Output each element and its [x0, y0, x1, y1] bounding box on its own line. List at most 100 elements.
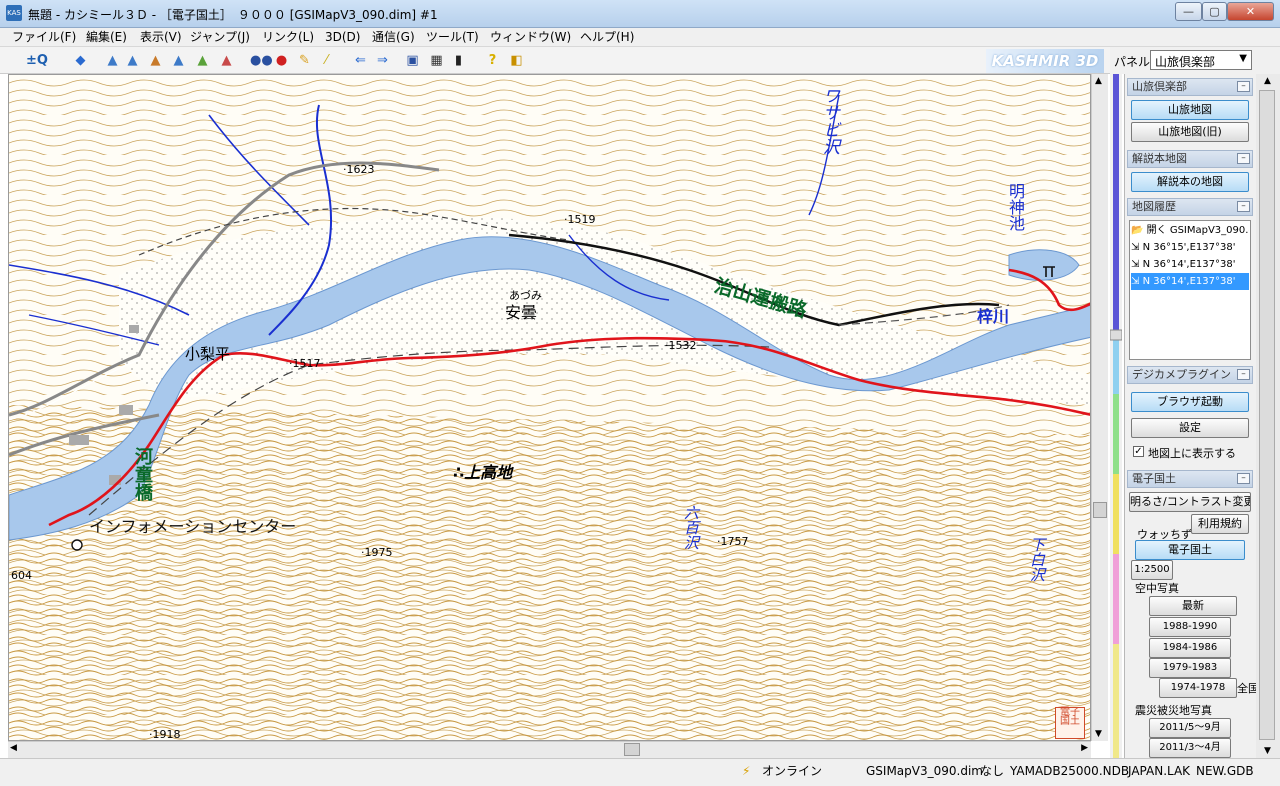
- scroll-up-icon[interactable]: ▲: [1095, 76, 1102, 86]
- panel-select-value: 山旅倶楽部: [1155, 55, 1216, 69]
- minimize-button[interactable]: —: [1175, 2, 1202, 21]
- panel-header: パネル 山旅倶楽部 ▼: [1110, 47, 1280, 74]
- disaster-2011-may-button[interactable]: 2011/5～9月: [1149, 718, 1231, 738]
- jump-icon[interactable]: ◆: [72, 52, 89, 69]
- online-status: オンライン: [762, 764, 823, 778]
- open-folder-icon: 📂: [1131, 225, 1144, 236]
- elevation-1532: ·1532: [665, 339, 697, 352]
- vertical-scrollbar[interactable]: ▲ ▼: [1091, 74, 1108, 741]
- menu-link[interactable]: リンク(L): [262, 29, 314, 46]
- denshi-kokudo-button[interactable]: 電子国土: [1135, 540, 1245, 560]
- grid-icon[interactable]: ▦: [428, 52, 445, 69]
- section-kaisetsu[interactable]: 解説本地図 –: [1127, 150, 1253, 168]
- label-azusa-river: 梓川: [977, 307, 1010, 326]
- vertical-scroll-thumb[interactable]: [1093, 502, 1107, 518]
- binoculars-icon[interactable]: ●●: [250, 52, 273, 69]
- aerial-latest-button[interactable]: 最新: [1149, 596, 1237, 616]
- status-none: なし: [980, 764, 1005, 778]
- history-item[interactable]: ⇲ N 36°15',E137°38': [1131, 239, 1249, 256]
- section-yamatabi-collapse[interactable]: –: [1237, 81, 1250, 92]
- show-on-map-checkbox[interactable]: ✓: [1133, 446, 1144, 457]
- settings-button[interactable]: 設定: [1131, 418, 1249, 438]
- section-digicam-collapse[interactable]: –: [1237, 369, 1250, 380]
- ruler-icon[interactable]: ⁄: [318, 52, 335, 69]
- label-myojin-ike: 明神池: [1006, 183, 1025, 231]
- scroll-down-icon[interactable]: ▼: [1095, 729, 1102, 739]
- disaster-2011-mar-button[interactable]: 2011/3～4月: [1149, 738, 1231, 758]
- label-kappa-bridge: 河童橋: [132, 447, 153, 501]
- toolbar: ±Q ◆ ▲ ▲ ▲ ▲ ▲ ▲ ●● ● ✎ ⁄ ⇐ ⇒ ▣ ▦ ▮ ? ◧: [0, 47, 1110, 74]
- maximize-button[interactable]: ▢: [1202, 2, 1227, 21]
- section-digicam[interactable]: デジカメプラグイン –: [1127, 366, 1253, 384]
- forward-icon[interactable]: ⇒: [374, 52, 391, 69]
- scroll-right-icon[interactable]: ▶: [1081, 743, 1088, 753]
- back-icon[interactable]: ⇐: [352, 52, 369, 69]
- menu-edit[interactable]: 編集(E): [86, 29, 127, 46]
- contrast-button[interactable]: 明るさ/コントラスト変更: [1129, 492, 1251, 512]
- menu-help[interactable]: ヘルプ(H): [580, 29, 634, 46]
- aerial-1988-button[interactable]: 1988-1990: [1149, 617, 1231, 637]
- save-icon[interactable]: ▮: [450, 52, 467, 69]
- elevation-1975: ·1975: [361, 546, 393, 559]
- menu-jump[interactable]: ジャンプ(J): [190, 29, 250, 46]
- marker-icon[interactable]: ●: [273, 52, 290, 69]
- map-drawing: [9, 75, 1090, 740]
- view-icon[interactable]: ▲: [104, 52, 121, 69]
- label-rokuhyaku-sawa: 六百沢: [682, 505, 700, 550]
- yamatabi-map-button[interactable]: 山旅地図: [1131, 100, 1249, 120]
- camera-icon[interactable]: ▣: [404, 52, 421, 69]
- section-denshi[interactable]: 電子国土 –: [1127, 470, 1253, 488]
- section-history[interactable]: 地図履歴 –: [1127, 198, 1253, 216]
- view2-icon[interactable]: ▲: [124, 52, 141, 69]
- map-canvas[interactable]: ワサビ沢 明神池 治山運搬路 あづみ 安曇 梓川 小梨平 河童橋 ∴上高地 六百…: [8, 74, 1091, 741]
- panel-scrollbar[interactable]: ▲ ▼: [1256, 74, 1280, 758]
- view5-icon[interactable]: ▲: [194, 52, 211, 69]
- status-lak-file: JAPAN.LAK: [1128, 764, 1191, 778]
- horizontal-scrollbar[interactable]: ◀ ▶: [8, 741, 1091, 758]
- menu-3d[interactable]: 3D(D): [325, 29, 360, 46]
- panel-scroll-up-icon[interactable]: ▲: [1264, 76, 1271, 86]
- view4-icon[interactable]: ▲: [170, 52, 187, 69]
- elevation-1519: ·1519: [564, 213, 596, 226]
- aerial-1979-button[interactable]: 1979-1983: [1149, 658, 1231, 678]
- aerial-1974-button[interactable]: 1974-1978: [1159, 678, 1237, 698]
- kaisetsu-map-button[interactable]: 解説本の地図: [1131, 172, 1249, 192]
- terms-button[interactable]: 利用規約: [1191, 514, 1249, 534]
- yamatabi-old-map-button[interactable]: 山旅地図(旧): [1131, 122, 1249, 142]
- view3-icon[interactable]: ▲: [147, 52, 164, 69]
- horizontal-scroll-thumb[interactable]: [624, 743, 640, 756]
- menu-comm[interactable]: 通信(G): [372, 29, 415, 46]
- panel-scroll-down-icon[interactable]: ▼: [1264, 746, 1271, 756]
- section-yamatabi[interactable]: 山旅倶楽部 –: [1127, 78, 1253, 96]
- menu-window[interactable]: ウィンドウ(W): [490, 29, 571, 46]
- lightning-icon: ⚡: [742, 764, 751, 778]
- menu-tools[interactable]: ツール(T): [426, 29, 479, 46]
- aerial-photo-label: 空中写真: [1135, 582, 1179, 595]
- panel-select[interactable]: 山旅倶楽部 ▼: [1150, 50, 1252, 70]
- scroll-left-icon[interactable]: ◀: [10, 743, 17, 753]
- status-ndb-file: YAMADB25000.NDB: [1010, 764, 1130, 778]
- section-denshi-collapse[interactable]: –: [1237, 473, 1250, 484]
- history-item[interactable]: 📂 開く GSIMapV3_090.d: [1131, 222, 1249, 239]
- view6-icon[interactable]: ▲: [218, 52, 235, 69]
- panel-scroll-thumb[interactable]: [1259, 90, 1275, 740]
- section-history-collapse[interactable]: –: [1237, 201, 1250, 212]
- title-bar: KAS 無題 - カシミール３Ｄ - ［電子国土］ ９０００ [GSIMapV3…: [0, 0, 1280, 28]
- section-kaisetsu-collapse[interactable]: –: [1237, 153, 1250, 164]
- info-icon[interactable]: ◧: [508, 52, 525, 69]
- browser-launch-button[interactable]: ブラウザ起動: [1131, 392, 1249, 412]
- label-kamikochi: ∴上高地: [453, 463, 513, 482]
- menu-view[interactable]: 表示(V): [140, 29, 182, 46]
- zoom-icon[interactable]: ±Q: [26, 52, 48, 69]
- label-info-center: インフォメーションセンター: [89, 517, 297, 536]
- menu-bar: ファイル(F) 編集(E) 表示(V) ジャンプ(J) リンク(L) 3D(D)…: [0, 28, 1280, 47]
- aerial-1984-button[interactable]: 1984-1986: [1149, 638, 1231, 658]
- scale-2500-button[interactable]: 1:2500: [1131, 560, 1173, 580]
- history-item[interactable]: ⇲ N 36°14',E137°38': [1131, 256, 1249, 273]
- menu-file[interactable]: ファイル(F): [12, 29, 76, 46]
- elevation-color-bar[interactable]: [1110, 74, 1122, 758]
- help-icon[interactable]: ?: [484, 52, 501, 69]
- history-item-selected[interactable]: ⇲ N 36°14',E137°38': [1131, 273, 1249, 290]
- close-button[interactable]: ✕: [1227, 2, 1274, 21]
- pen-icon[interactable]: ✎: [296, 52, 313, 69]
